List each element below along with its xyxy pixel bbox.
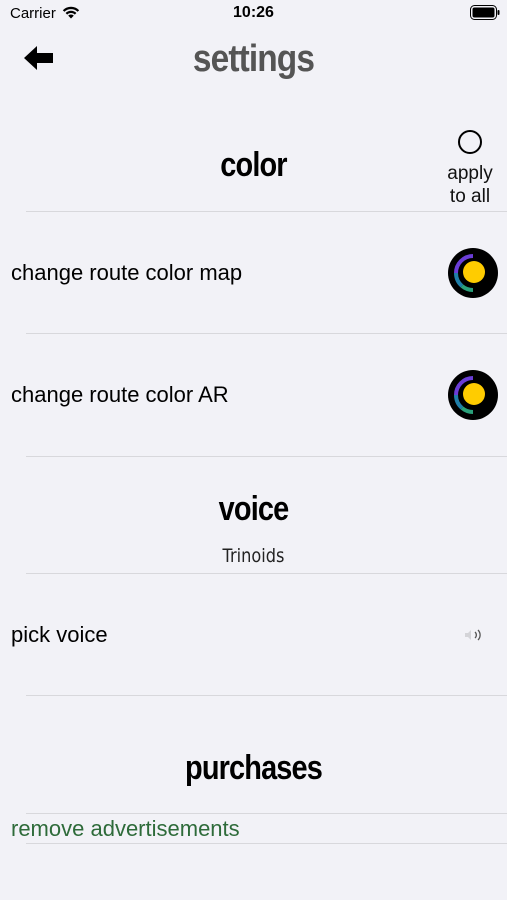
apply-to-all-toggle[interactable]: apply to all [436, 130, 504, 208]
divider [26, 573, 507, 574]
status-bar: Carrier 10:26 [0, 0, 507, 28]
section-heading-voice: voice [218, 490, 290, 528]
divider [26, 695, 507, 696]
route-color-ar-swatch-button[interactable] [448, 370, 498, 420]
radio-circle-icon[interactable] [458, 130, 482, 154]
divider [26, 813, 507, 814]
section-heading-purchases: purchases [185, 749, 323, 787]
divider [26, 333, 507, 334]
current-voice-name: Trinoids [222, 545, 285, 567]
clock: 10:26 [233, 4, 274, 21]
remove-advertisements-button[interactable]: remove advertisements [11, 816, 240, 842]
pick-voice-label[interactable]: pick voice [11, 622, 108, 648]
divider [26, 843, 507, 844]
speaker-icon[interactable] [462, 626, 484, 644]
apply-to-all-label-line2: to all [449, 186, 491, 207]
route-color-ar-label: change route color AR [11, 382, 229, 407]
apply-to-all-label-line1: apply [447, 163, 493, 184]
route-color-map-swatch-button[interactable] [448, 248, 498, 298]
divider [26, 211, 507, 212]
battery-icon [470, 5, 500, 20]
route-color-map-label: change route color map [11, 260, 243, 285]
page-title: settings [192, 38, 315, 80]
section-heading-color: color [220, 146, 287, 184]
divider [26, 456, 507, 457]
